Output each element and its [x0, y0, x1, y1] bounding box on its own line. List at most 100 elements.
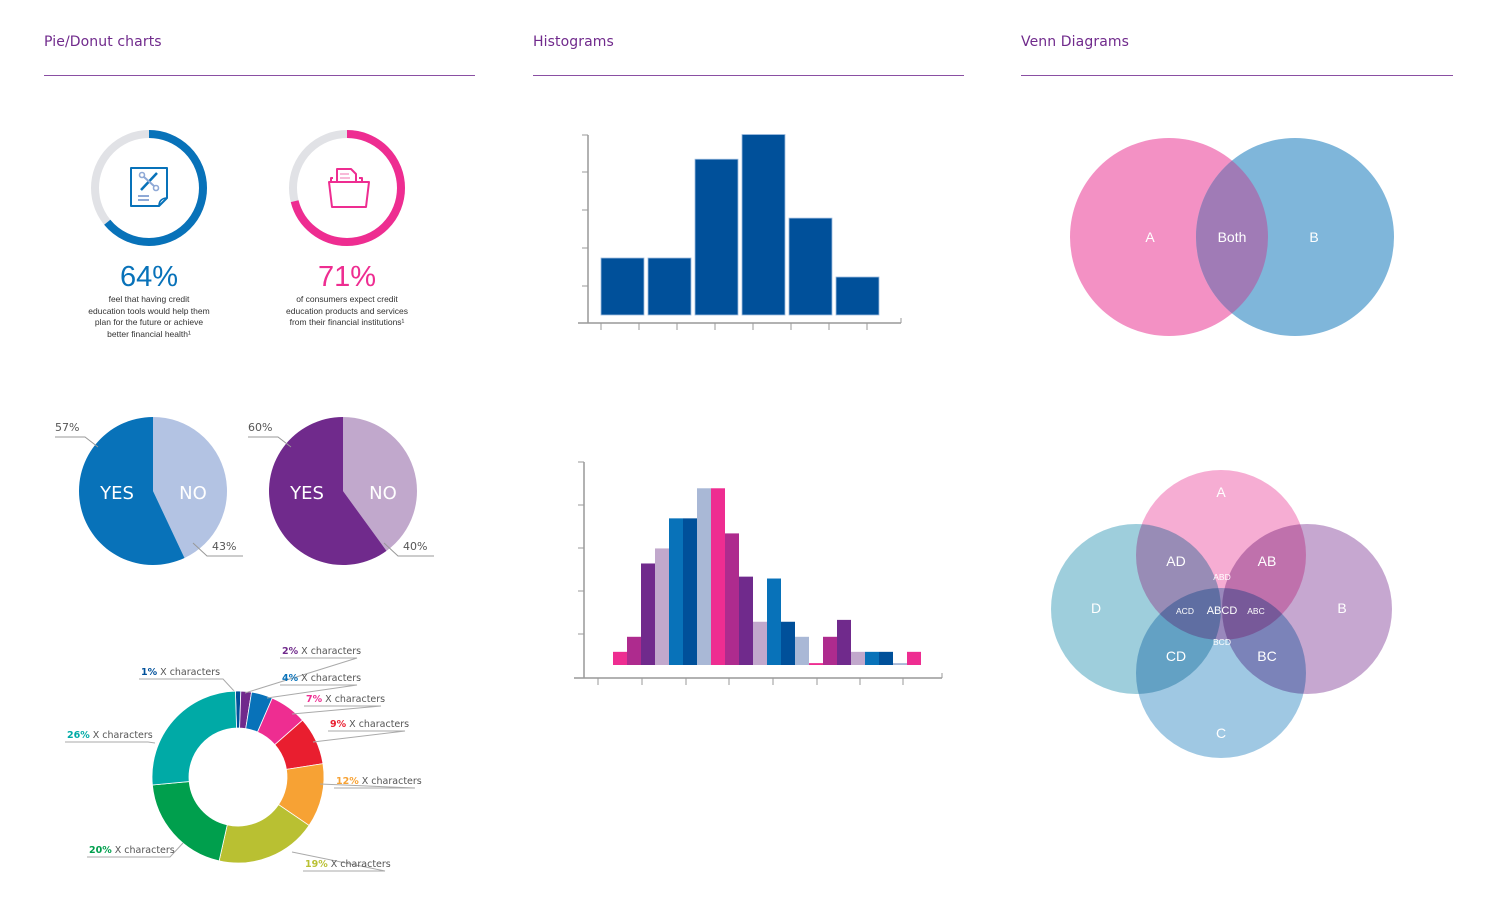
histogram-bar	[669, 518, 683, 665]
donut-leader-line	[65, 741, 156, 744]
venn-label-d: D	[1091, 600, 1101, 616]
venn-label-b: B	[1309, 229, 1318, 245]
donut-slice-text: X characters	[328, 859, 391, 870]
charts-canvas: YES NO57%43% YES NO60%40% 1% X characters2…	[55, 130, 1394, 872]
histogram-bar	[613, 651, 627, 665]
venn-region-bc: BC	[1257, 648, 1276, 664]
venn-region-cd: CD	[1166, 648, 1186, 664]
donut-slice-percent: 26%	[67, 730, 90, 741]
donut-slice-label: 1% X characters	[141, 667, 220, 678]
venn-label-a: A	[1216, 484, 1226, 500]
donut-slice-text: X characters	[157, 667, 220, 678]
histogram-bar	[767, 578, 781, 665]
venn-region-acd: ACD	[1176, 606, 1194, 616]
stat-block-2: 71% of consumers expect credit education…	[272, 262, 422, 329]
pie-label-no: NO	[179, 483, 207, 504]
stat-desc-line: education products and services	[286, 305, 408, 316]
donut-leader-line	[291, 705, 382, 715]
venn-region-ab: AB	[1258, 553, 1277, 569]
stat-percentage: 64%	[119, 261, 179, 293]
folder-document-icon	[328, 168, 370, 208]
histogram-bar	[739, 576, 753, 665]
venn-diagram-two-sets: A Both B	[1070, 138, 1394, 336]
pie-percent-yes: 57%	[55, 421, 79, 434]
donut-slice-percent: 9%	[330, 719, 347, 730]
stat-desc-line: from their financial institutions¹	[289, 317, 405, 327]
donut-leader-line	[139, 678, 236, 693]
venn-label-both: Both	[1218, 229, 1247, 245]
pie-percent-no: 43%	[212, 540, 236, 553]
venn-diagram-four-sets: ABCDAD ABCD BCABDACD ABCD ABCBCD	[1051, 470, 1392, 758]
pie-chart-yes-no-purple: YES NO 60% 40%	[248, 416, 434, 565]
histogram-bar	[647, 257, 692, 316]
donut-slice-percent: 2%	[282, 646, 299, 657]
donut-slice-text: X characters	[346, 719, 409, 730]
stat-description: of consumers expect credit education pro…	[272, 294, 422, 329]
donut-leader-line	[312, 730, 406, 743]
pie-label-no: NO	[369, 483, 397, 504]
venn-region-bcd: BCD	[1213, 637, 1231, 647]
histogram-bar	[725, 533, 739, 665]
histogram-bar	[907, 651, 921, 665]
venn-set-d	[1051, 524, 1221, 694]
donut-slice-label: 2% X characters	[282, 646, 361, 657]
venn-label-a: A	[1145, 229, 1155, 245]
histogram-bar	[600, 257, 645, 316]
histogram-1	[578, 134, 902, 330]
stat-donut-2	[289, 130, 405, 246]
stat-percentage: 71%	[317, 261, 377, 293]
donut-slice	[151, 690, 237, 786]
donut-slice-label: 12% X characters	[336, 776, 422, 787]
histogram-bar	[627, 636, 641, 665]
pie-label-yes: YES	[289, 483, 324, 504]
pie-percent-no: 40%	[403, 540, 427, 553]
donut-slice-text: X characters	[298, 673, 361, 684]
donut-slice-label: 9% X characters	[330, 719, 409, 730]
stat-desc-line: education tools would help them	[88, 305, 210, 316]
venn-region-abcd: ABCD	[1207, 605, 1238, 617]
histogram-bar	[694, 158, 739, 316]
document-tools-icon	[130, 167, 168, 207]
donut-slice-percent: 1%	[141, 667, 158, 678]
venn-region-abc: ABC	[1247, 606, 1264, 616]
histogram-bar	[753, 621, 767, 665]
donut-slice-percent: 19%	[305, 859, 328, 870]
donut-slice-text: X characters	[112, 845, 175, 856]
pie-percent-yes: 60%	[248, 421, 272, 434]
donut-slice-percent: 20%	[89, 845, 112, 856]
donut-slice-label: 4% X characters	[282, 673, 361, 684]
donut-slice-label: 26% X characters	[67, 730, 153, 741]
histogram-bar	[809, 663, 823, 665]
histogram-bar	[741, 134, 786, 316]
histogram-bar	[795, 636, 809, 665]
donut-slice-text: X characters	[322, 694, 385, 705]
histogram-bar	[879, 651, 893, 665]
venn-label-c: C	[1216, 725, 1226, 741]
histogram-bar	[835, 276, 880, 316]
leader-line-yes	[55, 436, 99, 448]
venn-region-abd: ABD	[1213, 572, 1230, 582]
stat-desc-line: plan for the future or achieve	[94, 317, 204, 327]
stat-desc-line: feel that having credit	[108, 294, 190, 304]
donut-slice-percent: 12%	[336, 776, 359, 787]
pie-chart-yes-no-blue: YES NO 57% 43%	[55, 417, 243, 565]
venn-label-b: B	[1337, 600, 1346, 616]
histogram-bar	[837, 619, 851, 665]
histogram-bar	[893, 663, 907, 665]
stat-block-1: 64% feel that having credit education to…	[74, 262, 224, 340]
histogram-2	[574, 461, 943, 685]
histogram-bar	[711, 488, 725, 665]
stat-desc-line: of consumers expect credit	[296, 294, 398, 304]
histogram-bar	[655, 548, 669, 665]
leader-line-yes	[248, 436, 292, 448]
histogram-bar	[788, 217, 833, 316]
venn-region-ad: AD	[1166, 553, 1185, 569]
stat-description: feel that having credit education tools …	[74, 294, 224, 340]
histogram-bar	[781, 621, 795, 665]
donut-slice-percent: 7%	[306, 694, 323, 705]
donut-slice-text: X characters	[298, 646, 361, 657]
histogram-bar	[865, 651, 879, 665]
donut-slice-label: 20% X characters	[89, 845, 175, 856]
donut-slice-percent: 4%	[282, 673, 299, 684]
histogram-bar	[683, 518, 697, 665]
